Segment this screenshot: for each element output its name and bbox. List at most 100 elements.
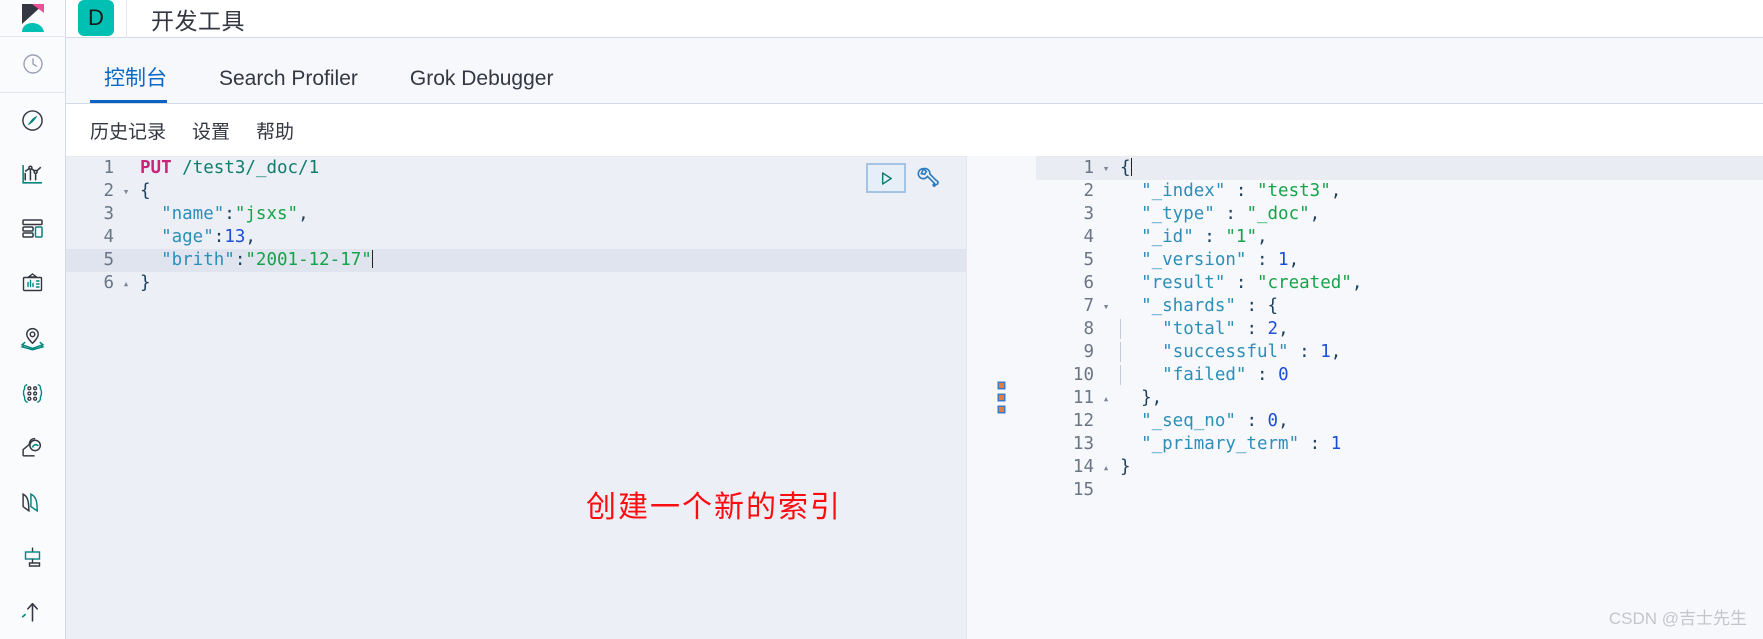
text-cursor (1130, 158, 1132, 176)
code-token: 1 (1278, 250, 1289, 270)
code-token: { (1267, 296, 1279, 316)
code-token: "_version" (1141, 250, 1247, 270)
code-token: , (1309, 204, 1321, 224)
console-body: 1 PUT /test3/_doc/1 2 ▾{3 "name":"jsxs", 4 "… (66, 156, 1763, 639)
code-text: { (134, 180, 151, 203)
text-cursor (371, 250, 373, 268)
line-number: 2 (103, 181, 114, 201)
code-token: "jsxs" (234, 204, 299, 224)
line-number: 1 (1083, 158, 1094, 178)
code-text: "_primary_term" : 1 (1114, 433, 1341, 456)
fold-toggle-icon[interactable]: ▾ (1098, 157, 1114, 180)
code-token: : (1214, 204, 1247, 224)
code-token: : (1235, 296, 1268, 316)
code-token: , (1256, 227, 1268, 247)
code-token: "1" (1225, 227, 1257, 247)
code-text: PUT /test3/_doc/1 (134, 157, 319, 180)
observability-icon[interactable] (0, 420, 66, 475)
uptime-icon[interactable] (0, 584, 66, 639)
machine-learning-icon[interactable] (0, 366, 66, 421)
code-token: : (234, 250, 246, 270)
page-title: 开发工具 (151, 7, 245, 34)
code-token: "test3" (1256, 181, 1331, 201)
recently-viewed-icon[interactable] (0, 37, 66, 92)
console-menu-bar: 历史记录 设置 帮助 (66, 104, 1763, 156)
code-line: 5 "_version" : 1, (1036, 249, 1763, 272)
menu-history[interactable]: 历史记录 (90, 117, 166, 144)
menu-settings[interactable]: 设置 (192, 117, 230, 144)
line-number: 4 (103, 227, 114, 247)
line-number: 3 (103, 204, 114, 224)
canvas-icon[interactable] (0, 257, 66, 312)
dashboard-icon[interactable] (0, 202, 66, 257)
code-line: 13 "_primary_term" : 1 (1036, 433, 1763, 456)
discover-compass-icon[interactable] (0, 93, 66, 148)
panel-resize-handle[interactable] (966, 156, 1036, 639)
line-number: 9 (1083, 342, 1094, 362)
kibana-logo[interactable] (0, 0, 66, 38)
fold-toggle-icon[interactable]: ▴ (1098, 456, 1114, 479)
line-number: 6 (103, 273, 114, 293)
code-line: 8 "total" : 2, (1036, 318, 1763, 341)
response-viewer-code[interactable]: 1 ▾{2 "_index" : "test3", 3 "_type" : "_do… (1036, 157, 1763, 502)
code-token: : (224, 204, 235, 224)
code-token: PUT (140, 158, 172, 178)
code-token: : (1246, 365, 1279, 385)
fold-toggle-icon[interactable]: ▴ (118, 272, 134, 295)
code-text: "_index" : "test3", (1114, 180, 1341, 203)
code-text: "failed" : 0 (1114, 364, 1289, 387)
code-token: , (245, 227, 256, 247)
visualize-chart-icon[interactable] (0, 147, 66, 202)
code-text: "name":"jsxs", (134, 203, 309, 226)
run-request-button[interactable] (866, 163, 906, 193)
fold-toggle-icon[interactable]: ▴ (1098, 387, 1114, 410)
code-text: { (1114, 157, 1132, 180)
global-nav-rail (0, 0, 66, 639)
code-token: "total" (1162, 319, 1236, 339)
code-line: 6 "result" : "created", (1036, 272, 1763, 295)
indent-guide (1120, 319, 1143, 339)
code-text: "_version" : 1, (1114, 249, 1299, 272)
code-token: : (1299, 434, 1331, 454)
request-editor[interactable]: 1 PUT /test3/_doc/1 2 ▾{3 "name":"jsxs", 4 "… (66, 156, 966, 639)
tab-grok-debugger[interactable]: Grok Debugger (396, 68, 568, 103)
menu-help[interactable]: 帮助 (256, 117, 294, 144)
line-number: 11 (1072, 388, 1094, 408)
indent-guide (1120, 365, 1143, 385)
code-token: "_seq_no" (1141, 411, 1236, 431)
editor-actions (866, 163, 940, 193)
tab-search-profiler[interactable]: Search Profiler (205, 68, 372, 103)
code-token: : (1235, 319, 1268, 339)
code-line: 2 "_index" : "test3", (1036, 180, 1763, 203)
maps-icon[interactable] (0, 311, 66, 366)
code-line: 3 "_type" : "_doc", (1036, 203, 1763, 226)
code-text: }, (1114, 387, 1162, 410)
code-token: , (1351, 273, 1363, 293)
request-editor-code[interactable]: 1 PUT /test3/_doc/1 2 ▾{3 "name":"jsxs", 4 "… (66, 157, 966, 295)
response-viewer[interactable]: 1 ▾{2 "_index" : "test3", 3 "_type" : "_do… (1036, 156, 1763, 639)
tab-bar: 控制台 Search Profiler Grok Debugger (66, 38, 1763, 104)
code-token: { (140, 181, 151, 201)
fold-toggle-icon[interactable]: ▾ (1098, 295, 1114, 318)
management-icon[interactable] (0, 530, 66, 585)
code-line: 7 ▾ "_shards" : { (1036, 295, 1763, 318)
wrench-icon[interactable] (914, 165, 940, 191)
code-token: 2 (1267, 319, 1279, 339)
code-token: , (1278, 411, 1289, 431)
content-column: D 开发工具 控制台 Search Profiler Grok Debugger 历… (66, 0, 1763, 639)
line-number: 14 (1072, 457, 1094, 477)
security-icon[interactable] (0, 475, 66, 530)
code-token: "successful" (1162, 342, 1289, 362)
code-token: } (140, 273, 151, 293)
fold-toggle-icon[interactable]: ▾ (118, 180, 134, 203)
code-token: "2001-12-17" (245, 250, 372, 270)
code-line: 10 "failed" : 0 (1036, 364, 1763, 387)
tab-console[interactable]: 控制台 (90, 68, 181, 103)
code-line: 15 (1036, 479, 1763, 502)
line-number: 2 (1083, 181, 1094, 201)
